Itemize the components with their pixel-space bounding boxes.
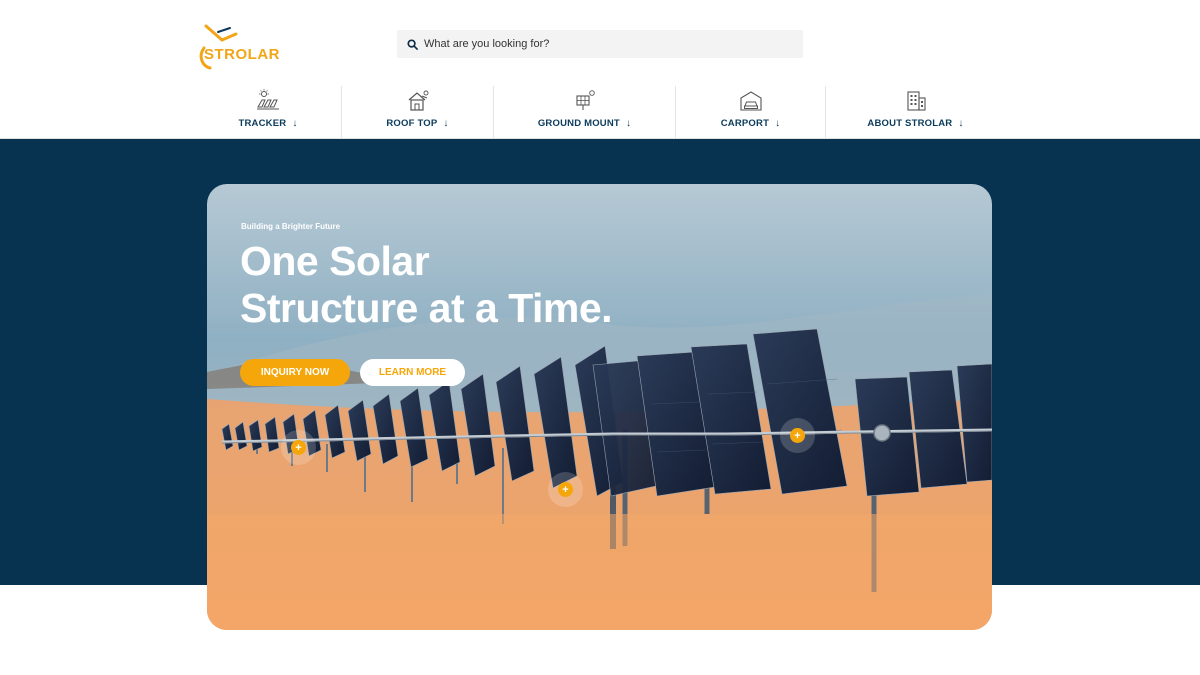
nav-item-tracker[interactable]: TRACKER ↓ (195, 86, 341, 138)
solar-tracker-icon (257, 89, 279, 110)
main-nav: TRACKER ↓ ROOF TOP ↓ GROUND MOUNT ↓ CARP… (195, 86, 1005, 138)
arrow-down-icon: ↓ (625, 118, 632, 129)
nav-label-ground-mount: GROUND MOUNT (537, 118, 620, 129)
strolar-logo[interactable]: STROLAR (196, 18, 296, 72)
hero-kicker: Building a Brighter Future (241, 222, 341, 231)
search-icon (407, 38, 418, 50)
hero-card: Building a Brighter Future One Solar Str… (207, 184, 992, 630)
search-input[interactable] (424, 38, 784, 50)
nav-item-ground-mount[interactable]: GROUND MOUNT ↓ (493, 86, 675, 138)
nav-label-roof-top: ROOF TOP (386, 118, 438, 129)
learn-more-button[interactable]: LEARN MORE (360, 359, 465, 386)
page: STROLAR TRACKER ↓ (0, 0, 1200, 675)
nav-label-tracker: TRACKER (238, 118, 287, 129)
hotspot-plus-icon[interactable]: + (558, 482, 573, 497)
search-bar[interactable] (397, 30, 803, 58)
nav-item-about[interactable]: ABOUT STROLAR ↓ (825, 86, 1005, 138)
hero-headline-line-2: Structure at a Time. (240, 285, 613, 331)
inquiry-now-button[interactable]: INQUIRY NOW (240, 359, 350, 386)
nav-label-carport: CARPORT (720, 118, 770, 129)
hero-headline-line-1: One Solar (240, 238, 430, 284)
arrow-down-icon: ↓ (775, 118, 781, 129)
hotspot-plus-icon[interactable]: + (291, 440, 306, 455)
arrow-down-icon: ↓ (958, 118, 964, 129)
building-icon (906, 91, 926, 111)
logo-icon (199, 24, 238, 70)
nav-label-about: ABOUT STROLAR (867, 118, 953, 129)
hero-headline: One Solar Structure at a Time. (240, 238, 613, 332)
ground-mount-icon (575, 90, 595, 110)
house-solar-icon (408, 90, 428, 111)
logo-wordmark: STROLAR (204, 46, 280, 63)
nav-item-carport[interactable]: CARPORT ↓ (675, 86, 825, 138)
carport-icon (739, 91, 762, 111)
nav-item-roof-top[interactable]: ROOF TOP ↓ (341, 86, 493, 138)
arrow-down-icon: ↓ (292, 118, 298, 129)
hotspot-plus-icon[interactable]: + (790, 428, 805, 443)
arrow-down-icon: ↓ (443, 118, 449, 129)
